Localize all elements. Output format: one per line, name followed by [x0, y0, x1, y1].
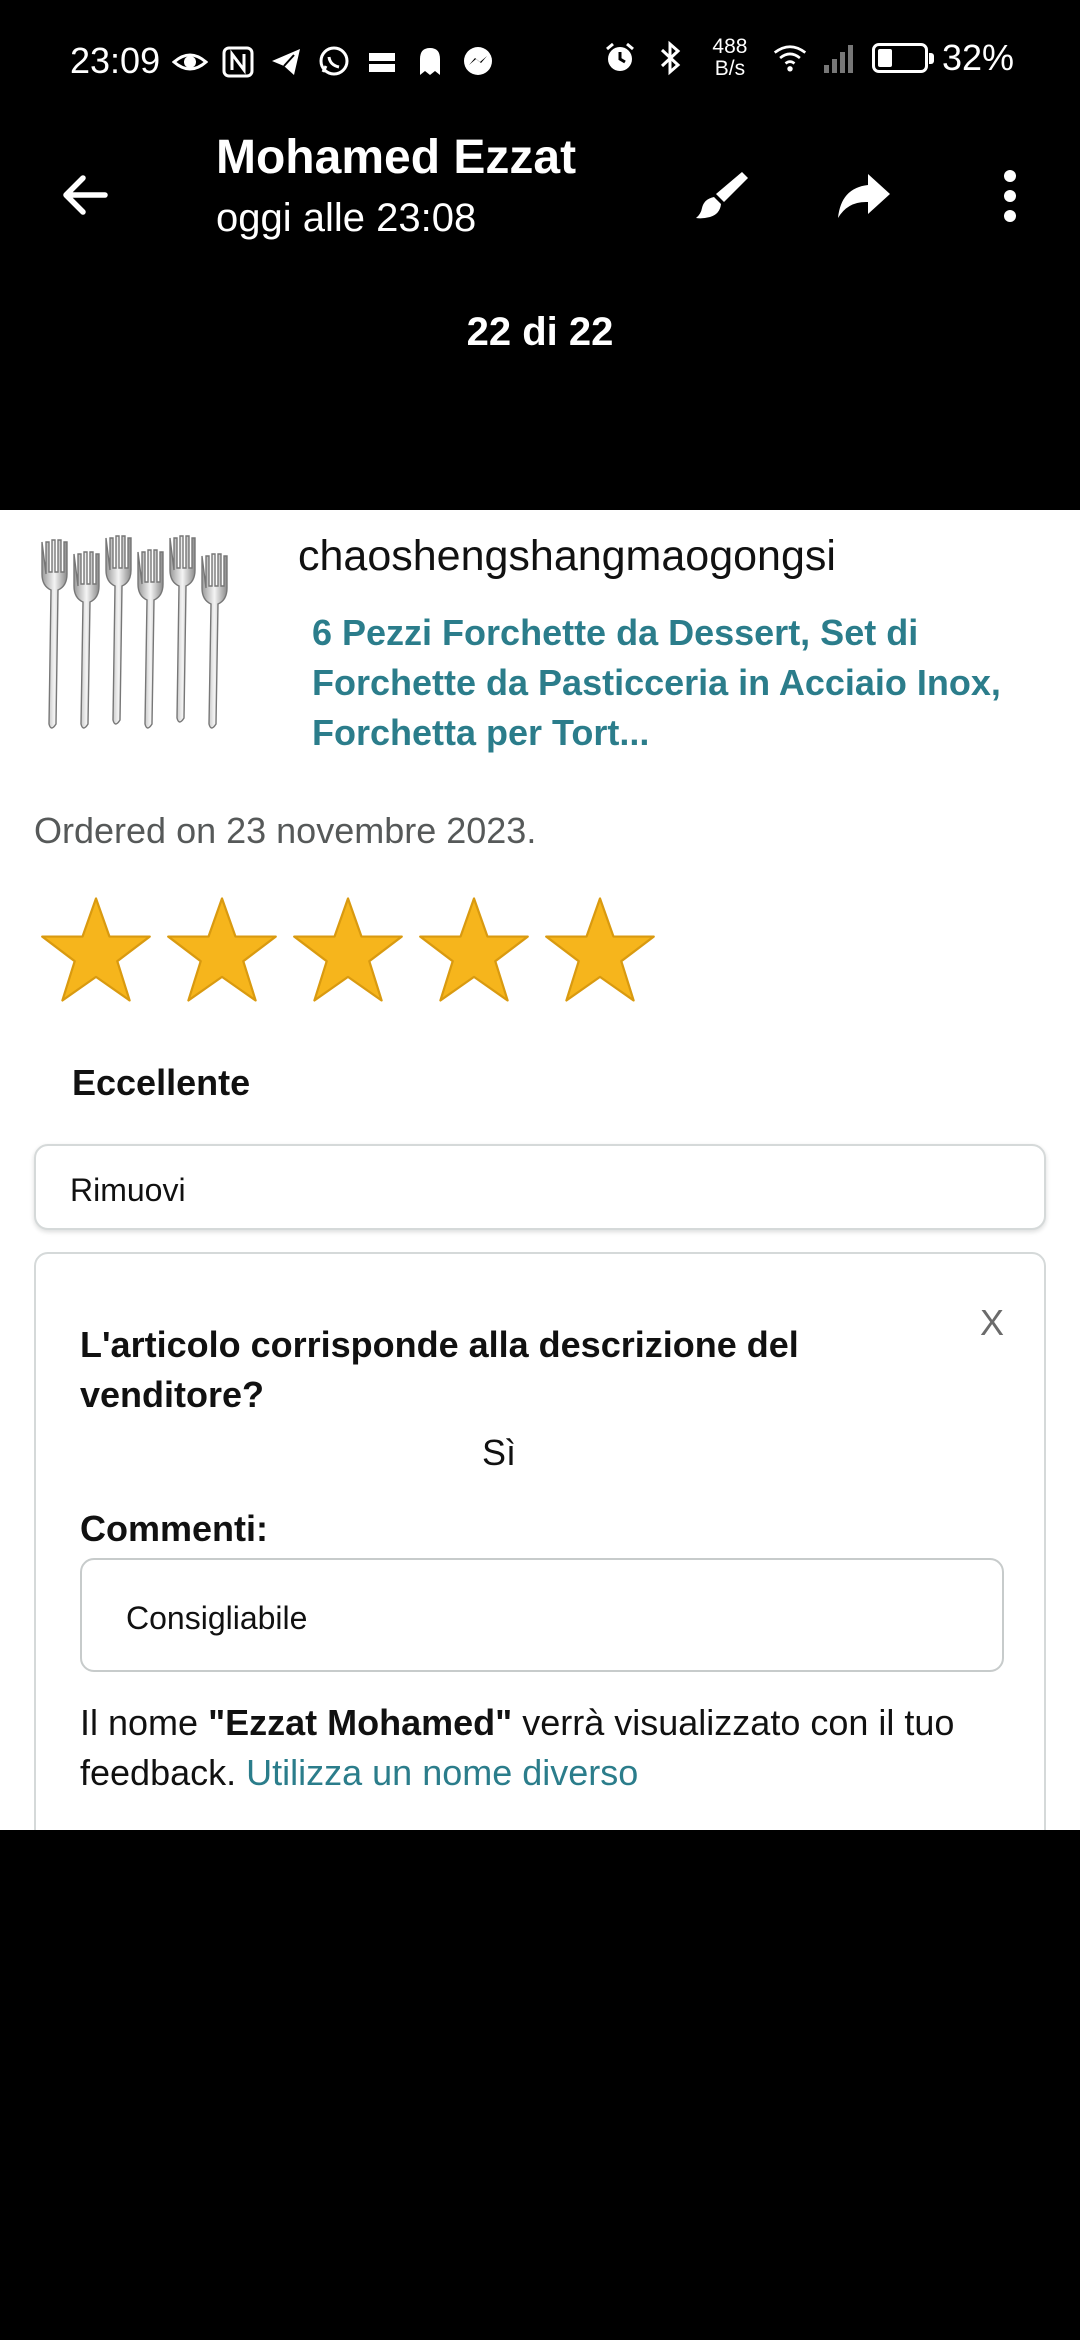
net-speed-value: 488	[712, 35, 748, 58]
alarm-icon	[602, 40, 638, 76]
seller-name: chaoshengshangmaogongsi	[298, 532, 836, 580]
net-speed: 488 B/s	[702, 36, 758, 80]
brush-icon	[696, 172, 748, 219]
battery-fill	[877, 49, 892, 67]
temu-icon	[364, 44, 400, 80]
display-name: "Ezzat Mohamed"	[208, 1702, 513, 1743]
nfc-icon	[220, 44, 256, 80]
close-button[interactable]: X	[980, 1302, 1004, 1344]
back-button[interactable]	[50, 160, 120, 230]
more-icon	[1004, 170, 1016, 222]
share-icon	[838, 174, 890, 218]
shared-image[interactable]: chaoshengshangmaogongsi 6 Pezzi Forchett…	[0, 510, 1080, 1830]
status-time: 23:09	[70, 40, 161, 81]
share-button[interactable]	[824, 156, 904, 236]
use-different-name-link[interactable]: Utilizza un nome diverso	[246, 1752, 638, 1793]
star-icon[interactable]	[292, 894, 404, 1006]
message-timestamp: oggi alle 23:08	[216, 196, 477, 240]
signal-icon	[822, 40, 858, 76]
comments-field[interactable]: Consigliabile	[80, 1558, 1004, 1672]
wifi-icon	[772, 40, 808, 76]
name-notice-prefix: Il nome	[80, 1702, 209, 1743]
back-icon	[63, 175, 108, 215]
product-title-link[interactable]: 6 Pezzi Forchette da Dessert, Set di For…	[312, 608, 1012, 758]
description-question: L'articolo corrisponde alla descrizione …	[80, 1324, 799, 1415]
battery-icon	[871, 43, 934, 73]
more-button[interactable]	[970, 156, 1050, 236]
image-counter: 22 di 22	[466, 310, 614, 354]
bluetooth-icon	[652, 40, 688, 76]
net-speed-unit: B/s	[714, 57, 746, 80]
name-notice: Il nome "Ezzat Mohamed" verrà visualizza…	[80, 1698, 1020, 1798]
telegram-icon	[268, 44, 304, 80]
star-rating[interactable]	[40, 894, 656, 1006]
messenger-icon	[460, 44, 496, 80]
star-icon[interactable]	[544, 894, 656, 1006]
order-date: Ordered on 23 novembre 2023.	[34, 810, 537, 851]
status-right-group: 488 B/s 32%	[602, 36, 1014, 80]
edit-button[interactable]	[682, 156, 762, 236]
forks-product-image	[41, 535, 228, 729]
description-answer: Sì	[482, 1432, 517, 1473]
notification-icons	[172, 40, 496, 84]
viewer-header: Mohamed Ezzat oggi alle 23:08 22 di 22	[0, 120, 1080, 510]
star-icon[interactable]	[166, 894, 278, 1006]
eye-icon	[172, 44, 208, 80]
comments-label: Commenti:	[80, 1508, 268, 1549]
star-icon[interactable]	[40, 894, 152, 1006]
status-bar: 23:09 488 B/s 32%	[0, 0, 1080, 120]
whatsapp-icon	[316, 44, 352, 80]
star-icon[interactable]	[418, 894, 530, 1006]
feedback-card: X L'articolo corrisponde alla descrizion…	[34, 1252, 1046, 1830]
sender-name: Mohamed Ezzat	[216, 131, 577, 184]
battery-percent: 32%	[941, 37, 1014, 78]
rating-label: Eccellente	[72, 1062, 251, 1103]
remove-button[interactable]: Rimuovi	[34, 1144, 1046, 1230]
ghost-icon	[412, 44, 448, 80]
